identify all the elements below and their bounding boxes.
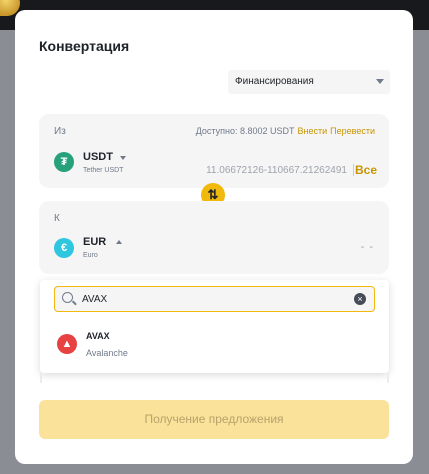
- from-coin-name: Tether USDT: [83, 167, 124, 174]
- amount-range[interactable]: 11.06672126-110667.21262491: [206, 165, 347, 176]
- euro-icon: €: [54, 238, 74, 258]
- chevron-down-icon: [376, 79, 384, 84]
- chevron-down-icon[interactable]: [120, 156, 126, 160]
- divider: [353, 164, 354, 176]
- clear-icon[interactable]: ×: [354, 293, 366, 305]
- to-coin-ticker[interactable]: EUR: [83, 236, 106, 248]
- coin-search[interactable]: ×: [54, 286, 375, 312]
- page-title: Конвертация: [39, 38, 130, 54]
- from-coin-ticker[interactable]: USDT: [83, 151, 113, 163]
- from-card: Из Доступно: 8.8002 USDT Внести Перевести …: [39, 114, 389, 188]
- search-input[interactable]: [82, 291, 342, 307]
- coin-dropdown: × ▲ AVAX Avalanche: [40, 280, 389, 373]
- get-quote-button[interactable]: Получение предложения: [39, 400, 389, 439]
- list-item[interactable]: ▲ AVAX Avalanche: [40, 328, 389, 364]
- to-label: К: [54, 213, 60, 224]
- to-card: К € EUR Euro - -: [39, 201, 389, 274]
- available-balance: Доступно: 8.8002 USDT Внести Перевести: [196, 126, 375, 136]
- from-label: Из: [54, 126, 66, 137]
- wallet-select-value: Финансирования: [235, 76, 314, 87]
- transfer-link[interactable]: Перевести: [330, 126, 375, 136]
- option-ticker: AVAX: [86, 331, 110, 341]
- tether-icon: ₮: [54, 152, 74, 172]
- available-text: Доступно: 8.8002 USDT: [195, 126, 295, 136]
- max-button[interactable]: Все: [355, 163, 377, 177]
- deposit-link[interactable]: Внести: [298, 126, 328, 136]
- divider: [40, 373, 42, 383]
- search-icon: [62, 292, 73, 303]
- chevron-up-icon[interactable]: [116, 240, 122, 244]
- wallet-select[interactable]: Финансирования: [228, 70, 390, 94]
- option-name: Avalanche: [86, 348, 128, 358]
- to-amount: - -: [360, 241, 374, 253]
- to-coin-name: Euro: [83, 252, 98, 259]
- divider: [387, 373, 389, 383]
- avalanche-icon: ▲: [57, 334, 77, 354]
- convert-modal: Конвертация Финансирования Из Доступно: …: [15, 10, 413, 464]
